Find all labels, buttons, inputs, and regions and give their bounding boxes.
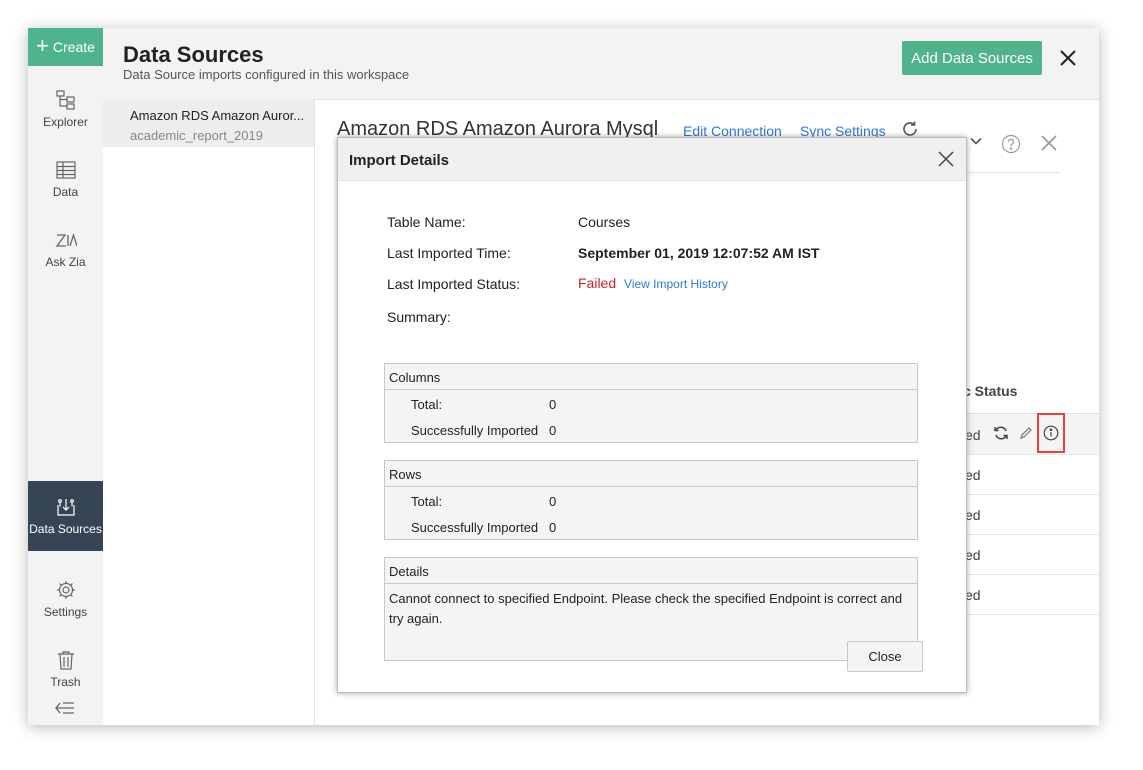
close-icon[interactable] [1040, 134, 1058, 152]
table-row: ed [963, 574, 1099, 615]
create-button[interactable]: + Create [28, 28, 103, 66]
list-item[interactable]: Amazon RDS Amazon Auror... academic_repo… [103, 99, 314, 147]
collapse-left-icon[interactable] [54, 700, 76, 716]
close-button[interactable]: Close [847, 641, 923, 672]
sidebar-item-label: Trash [50, 675, 81, 689]
status-text: ed [965, 587, 981, 603]
info-icon [1043, 425, 1059, 441]
app-window: + Create Explorer Data Ask Zia Data Sour… [28, 28, 1099, 725]
table-row: ed [963, 494, 1099, 535]
zia-icon [55, 232, 77, 247]
source-workspace: academic_report_2019 [130, 128, 263, 143]
left-rail: + Create Explorer Data Ask Zia Data Sour… [28, 28, 103, 725]
table-name-label: Table Name: [387, 214, 466, 230]
sidebar-item-data-sources[interactable]: Data Sources [28, 481, 103, 551]
sidebar-item-settings[interactable]: Settings [28, 564, 103, 634]
page-subtitle: Data Source imports configured in this w… [123, 67, 410, 82]
page-header: Data Sources Data Source imports configu… [103, 28, 1099, 100]
details-section: Details Cannot connect to specified Endp… [384, 557, 918, 661]
sidebar-item-label: Settings [43, 605, 88, 619]
last-imported-time-value: September 01, 2019 12:07:52 AM IST [578, 245, 820, 261]
chevron-down-icon[interactable] [969, 134, 983, 148]
columns-total-label: Total: [411, 397, 443, 412]
status-text: ed [965, 427, 981, 443]
sidebar-item-explorer[interactable]: Explorer [28, 74, 103, 144]
rows-imported-label: Successfully Imported [411, 520, 539, 535]
gear-icon [56, 581, 75, 599]
source-list: Amazon RDS Amazon Auror... academic_repo… [103, 99, 315, 725]
divider [967, 172, 1060, 173]
table-row: ed [963, 454, 1099, 495]
sidebar-item-label: Ask Zia [45, 255, 86, 269]
rows-total-label: Total: [411, 494, 443, 509]
columns-total-value: 0 [549, 397, 557, 412]
last-imported-status: Failed View Import History [578, 275, 728, 291]
sidebar-item-trash[interactable]: Trash [28, 634, 103, 704]
plus-icon: + [36, 33, 49, 58]
sync-status-column-header: c Status [963, 383, 1018, 399]
rows-total-value: 0 [549, 494, 557, 509]
columns-section: Columns Total: 0 Successfully Imported 0 [384, 363, 918, 443]
sidebar-item-ask-zia[interactable]: Ask Zia [28, 214, 103, 284]
help-icon[interactable] [1001, 134, 1021, 154]
create-label: Create [52, 39, 95, 55]
dialog-header: Import Details [338, 138, 966, 181]
data-sources-icon [56, 499, 75, 516]
table-icon [55, 161, 76, 179]
error-message: Cannot connect to specified Endpoint. Pl… [389, 591, 903, 626]
close-icon[interactable] [1058, 48, 1078, 68]
status-text: ed [965, 507, 981, 523]
status-text: ed [965, 547, 981, 563]
dialog-title: Import Details [349, 152, 450, 169]
add-data-sources-button[interactable]: Add Data Sources [902, 41, 1042, 75]
status-failed: Failed [578, 275, 617, 291]
sync-icon[interactable] [993, 425, 1009, 441]
sidebar-item-label: Data Sources [29, 522, 102, 536]
rows-header: Rows [385, 461, 917, 487]
summary-label: Summary: [387, 309, 451, 325]
refresh-icon[interactable] [901, 120, 919, 138]
page-title: Data Sources [123, 42, 264, 67]
sidebar-item-label: Explorer [43, 115, 88, 129]
view-import-history-link[interactable]: View Import History [624, 277, 728, 291]
source-name: Amazon RDS Amazon Auror... [130, 108, 305, 123]
last-imported-time-label: Last Imported Time: [387, 245, 511, 261]
status-text: ed [965, 467, 981, 483]
edit-icon[interactable] [1018, 425, 1034, 441]
info-button[interactable] [1037, 413, 1065, 453]
import-details-dialog: Import Details Table Name: Courses Last … [337, 137, 967, 693]
columns-header: Columns [385, 364, 917, 390]
trash-icon [57, 651, 74, 670]
rows-section: Rows Total: 0 Successfully Imported 0 [384, 460, 918, 540]
columns-imported-label: Successfully Imported [411, 423, 539, 438]
explorer-icon [55, 90, 75, 110]
table-name-value: Courses [578, 214, 631, 230]
last-imported-status-label: Last Imported Status: [387, 276, 521, 292]
details-header: Details [385, 558, 917, 584]
sidebar-item-label: Data [52, 185, 79, 199]
close-icon[interactable] [937, 150, 955, 168]
columns-imported-value: 0 [549, 423, 557, 438]
rows-imported-value: 0 [549, 520, 557, 535]
table-row: ed [963, 534, 1099, 575]
sidebar-item-data[interactable]: Data [28, 144, 103, 214]
